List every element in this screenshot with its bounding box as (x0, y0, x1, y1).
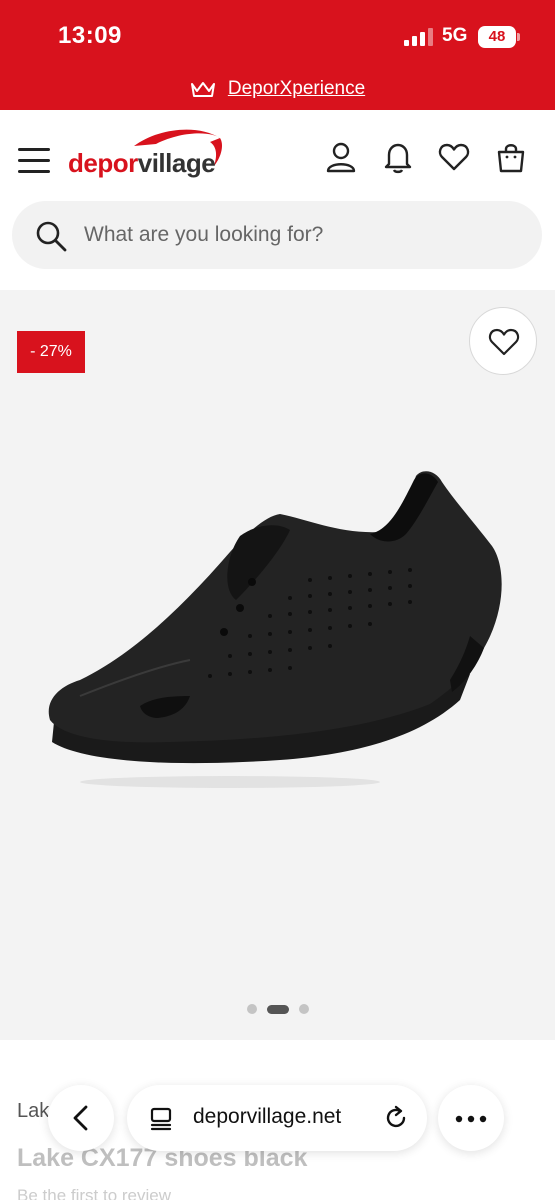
battery-cap (517, 33, 520, 41)
logo-text-village: village (137, 148, 216, 178)
url-text[interactable]: deporvillage.net (193, 1105, 341, 1129)
favorite-button[interactable] (469, 307, 537, 375)
crown-icon (190, 82, 215, 97)
tabs-icon[interactable] (149, 1106, 175, 1132)
product-gallery[interactable]: - 27% (0, 290, 555, 1040)
heart-icon (488, 328, 520, 356)
top-banner: 13:09 5G 48 DeporXperience (0, 0, 555, 110)
address-bar[interactable]: deporvillage.net (127, 1085, 427, 1151)
heart-icon[interactable] (437, 140, 471, 174)
back-icon (73, 1105, 88, 1131)
promo-bar[interactable]: DeporXperience (0, 74, 555, 104)
promo-link[interactable]: DeporXperience (228, 78, 365, 100)
logo-text: deporvillage (68, 148, 216, 179)
image-pagination[interactable] (0, 1002, 555, 1016)
network-label: 5G (442, 25, 468, 46)
pagination-dot[interactable] (298, 1004, 309, 1014)
status-time: 13:09 (58, 22, 122, 49)
more-icon (455, 1115, 487, 1123)
user-icon[interactable] (324, 140, 358, 174)
logo-text-depor: depor (68, 148, 138, 178)
review-link[interactable]: Be the first to review (17, 1186, 171, 1200)
menu-icon[interactable] (18, 148, 50, 174)
pagination-dot-active[interactable] (266, 1004, 289, 1014)
signal-icon (404, 28, 434, 46)
battery-icon: 48 (478, 26, 516, 48)
back-button[interactable] (48, 1085, 114, 1151)
bag-icon[interactable] (494, 140, 528, 174)
product-image (48, 471, 502, 788)
search-input[interactable] (84, 215, 514, 255)
logo[interactable]: deporvillage (66, 124, 226, 184)
pagination-dot[interactable] (246, 1004, 257, 1014)
search-icon (36, 221, 67, 252)
more-button[interactable] (438, 1085, 504, 1151)
discount-badge: - 27% (17, 331, 85, 373)
site-header: deporvillage (0, 110, 555, 200)
bell-icon[interactable] (381, 140, 415, 174)
reload-icon[interactable] (383, 1105, 409, 1131)
search-bar[interactable] (12, 201, 542, 269)
